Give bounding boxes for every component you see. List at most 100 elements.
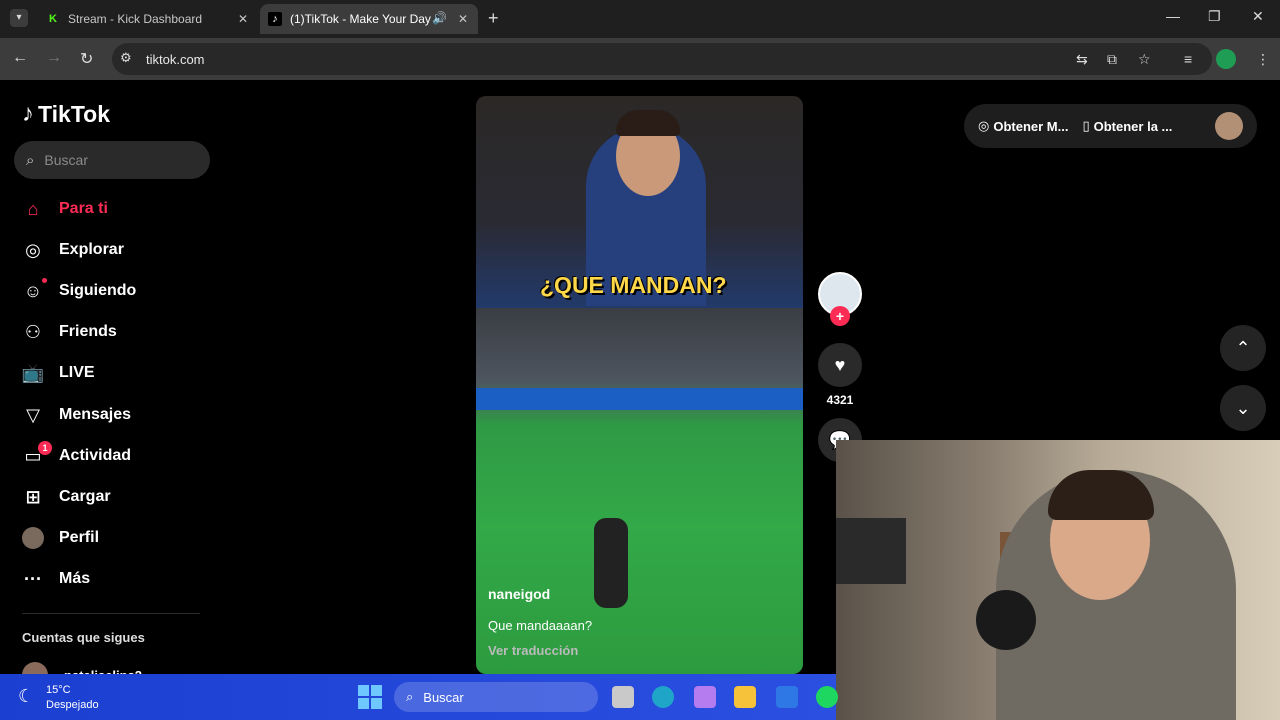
nav-item-siguiendo[interactable]: ☺ Siguiendo bbox=[22, 278, 136, 304]
close-icon[interactable]: ✕ bbox=[458, 12, 468, 26]
menu-kebab-icon[interactable]: ⋮ bbox=[1256, 51, 1270, 68]
nav-item-perfil[interactable]: Perfil bbox=[22, 525, 99, 551]
weather-temperature[interactable]: 15°C bbox=[46, 684, 71, 696]
site-info-icon[interactable]: ⚙ bbox=[120, 50, 132, 66]
like-button[interactable]: ♥ bbox=[818, 343, 862, 387]
search-icon: ⌕ bbox=[26, 151, 35, 169]
tab-title: Stream - Kick Dashboard bbox=[68, 12, 203, 26]
store-icon[interactable] bbox=[776, 686, 798, 708]
top-right-actions: ◎ Obtener M... ▯ Obtener la ... bbox=[964, 104, 1257, 148]
live-tv-icon: 📺 bbox=[21, 362, 45, 383]
windows-start-icon[interactable] bbox=[358, 685, 382, 709]
streamer-hair bbox=[616, 110, 680, 136]
speaker-icon[interactable]: 🔊 bbox=[432, 11, 447, 25]
spotify-icon[interactable] bbox=[816, 686, 838, 708]
tab-tiktok[interactable]: ♪ (1)TikTok - Make Your Day 🔊 ✕ bbox=[260, 4, 478, 34]
home-icon: ⌂ bbox=[27, 198, 39, 219]
video-description: Que mandaaaan? bbox=[488, 618, 593, 633]
address-bar[interactable] bbox=[112, 43, 1212, 75]
forward-icon[interactable]: → bbox=[46, 49, 62, 67]
nav-item-friends[interactable]: ⚇ Friends bbox=[22, 319, 117, 345]
upload-plus-icon: ⊞ bbox=[25, 486, 41, 507]
heart-icon: ♥ bbox=[834, 354, 846, 375]
avatar[interactable] bbox=[1215, 112, 1243, 140]
friends-icon: ⚇ bbox=[24, 321, 42, 342]
nav-item-mensajes[interactable]: ▽ Mensajes bbox=[22, 402, 131, 428]
tiktok-logo[interactable]: ♪ TikTok bbox=[22, 100, 110, 128]
weather-description[interactable]: Despejado bbox=[46, 699, 99, 711]
tiktok-note-icon: ♪ bbox=[22, 100, 34, 127]
video-author[interactable]: naneigod bbox=[488, 586, 550, 602]
video-player[interactable]: ¿QUE MANDAN? naneigod Que mandaaaan? Ver… bbox=[476, 96, 803, 674]
nav-item-actividad[interactable]: ▭ 1 Actividad bbox=[22, 441, 132, 469]
nav-label: Actividad bbox=[59, 447, 132, 464]
sidebar-divider bbox=[22, 613, 200, 614]
phone-icon: ▯ bbox=[1082, 118, 1090, 133]
taskbar-search[interactable]: ⌕ Buscar bbox=[394, 682, 598, 712]
nav-item-para-ti[interactable]: ⌂ Para ti bbox=[22, 196, 108, 222]
reading-list-icon[interactable]: ≡ bbox=[1184, 51, 1192, 67]
search-input[interactable]: ⌕ Buscar bbox=[14, 141, 210, 179]
like-count: 4321 bbox=[826, 393, 854, 407]
moon-icon: ☾ bbox=[18, 686, 35, 706]
kick-favicon-icon: K bbox=[49, 13, 57, 25]
get-app-label: Obtener la ... bbox=[1093, 118, 1173, 134]
translate-icon[interactable]: ⇆ bbox=[1076, 51, 1088, 68]
nav-label: Siguiendo bbox=[59, 282, 137, 299]
more-dots-icon: ··· bbox=[24, 568, 42, 589]
profile-avatar[interactable] bbox=[1216, 49, 1236, 69]
edge-icon[interactable] bbox=[652, 686, 674, 708]
taskbar-search-placeholder: Buscar bbox=[423, 689, 464, 705]
translate-link[interactable]: Ver traducción bbox=[488, 643, 578, 658]
nav-item-mas[interactable]: ··· Más bbox=[22, 566, 90, 592]
close-icon[interactable]: ✕ bbox=[238, 12, 248, 26]
maximize-icon[interactable]: ❐ bbox=[1208, 8, 1221, 25]
chevron-down-icon: ⌄ bbox=[1235, 397, 1251, 418]
minimize-icon[interactable]: — bbox=[1166, 8, 1180, 24]
get-coins-label: Obtener M... bbox=[993, 118, 1069, 134]
following-user-icon: ☺ bbox=[22, 278, 47, 302]
following-accounts-title: Cuentas que sigues bbox=[22, 630, 145, 645]
send-icon: ▽ bbox=[26, 404, 40, 425]
browser-tab-bar: ▾ K Stream - Kick Dashboard ✕ ♪ (1)TikTo… bbox=[0, 0, 1280, 38]
tiktok-wordmark: TikTok bbox=[38, 100, 110, 127]
file-explorer-window-icon[interactable] bbox=[612, 686, 634, 708]
nav-item-cargar[interactable]: ⊞ Cargar bbox=[22, 484, 111, 510]
window-close-icon[interactable]: ✕ bbox=[1252, 8, 1264, 25]
microphone bbox=[976, 590, 1036, 650]
nav-item-live[interactable]: 📺 LIVE bbox=[22, 360, 95, 386]
url-text[interactable]: tiktok.com bbox=[146, 52, 205, 67]
follow-plus-icon[interactable]: + bbox=[830, 306, 850, 326]
nav-item-explorar[interactable]: ◎ Explorar bbox=[22, 237, 124, 263]
wall-poster bbox=[836, 518, 906, 584]
activity-badge: 1 bbox=[38, 441, 52, 455]
bookmark-star-icon[interactable]: ☆ bbox=[1138, 51, 1151, 68]
back-icon[interactable]: ← bbox=[12, 49, 28, 67]
new-tab-button[interactable]: + bbox=[488, 8, 499, 29]
tab-kick-dashboard[interactable]: K Stream - Kick Dashboard ✕ bbox=[38, 4, 258, 34]
next-video-button[interactable]: ⌄ bbox=[1220, 385, 1266, 431]
coin-icon: ◎ bbox=[978, 118, 990, 133]
get-coins-button[interactable]: ◎ Obtener M... bbox=[978, 118, 1068, 134]
reload-icon[interactable]: ↻ bbox=[80, 49, 93, 69]
install-app-icon[interactable]: ⧉ bbox=[1107, 51, 1117, 68]
nav-label: Para ti bbox=[59, 200, 108, 217]
tab-title: (1)TikTok - Make Your Day bbox=[290, 12, 431, 26]
windows-taskbar: ☾ 15°C Despejado ⌕ Buscar bbox=[0, 674, 838, 720]
search-placeholder: Buscar bbox=[44, 152, 88, 168]
tab-search-dropdown-icon[interactable]: ▾ bbox=[10, 9, 28, 27]
ad-board bbox=[476, 388, 803, 410]
nav-label: LIVE bbox=[59, 364, 95, 381]
folder-icon[interactable] bbox=[734, 686, 756, 708]
nav-label: Cargar bbox=[59, 488, 111, 505]
video-caption-overlay: ¿QUE MANDAN? bbox=[540, 272, 727, 298]
nav-label: Mensajes bbox=[59, 406, 132, 423]
webcam-overlay bbox=[836, 440, 1280, 720]
profile-avatar-icon bbox=[22, 527, 44, 549]
copilot-icon[interactable] bbox=[694, 686, 716, 708]
notification-dot bbox=[42, 278, 47, 283]
tiktok-favicon-icon: ♪ bbox=[268, 12, 282, 26]
previous-video-button[interactable]: ⌃ bbox=[1220, 325, 1266, 371]
player-figure bbox=[594, 518, 628, 608]
get-app-button[interactable]: ▯ Obtener la ... bbox=[1082, 118, 1172, 134]
